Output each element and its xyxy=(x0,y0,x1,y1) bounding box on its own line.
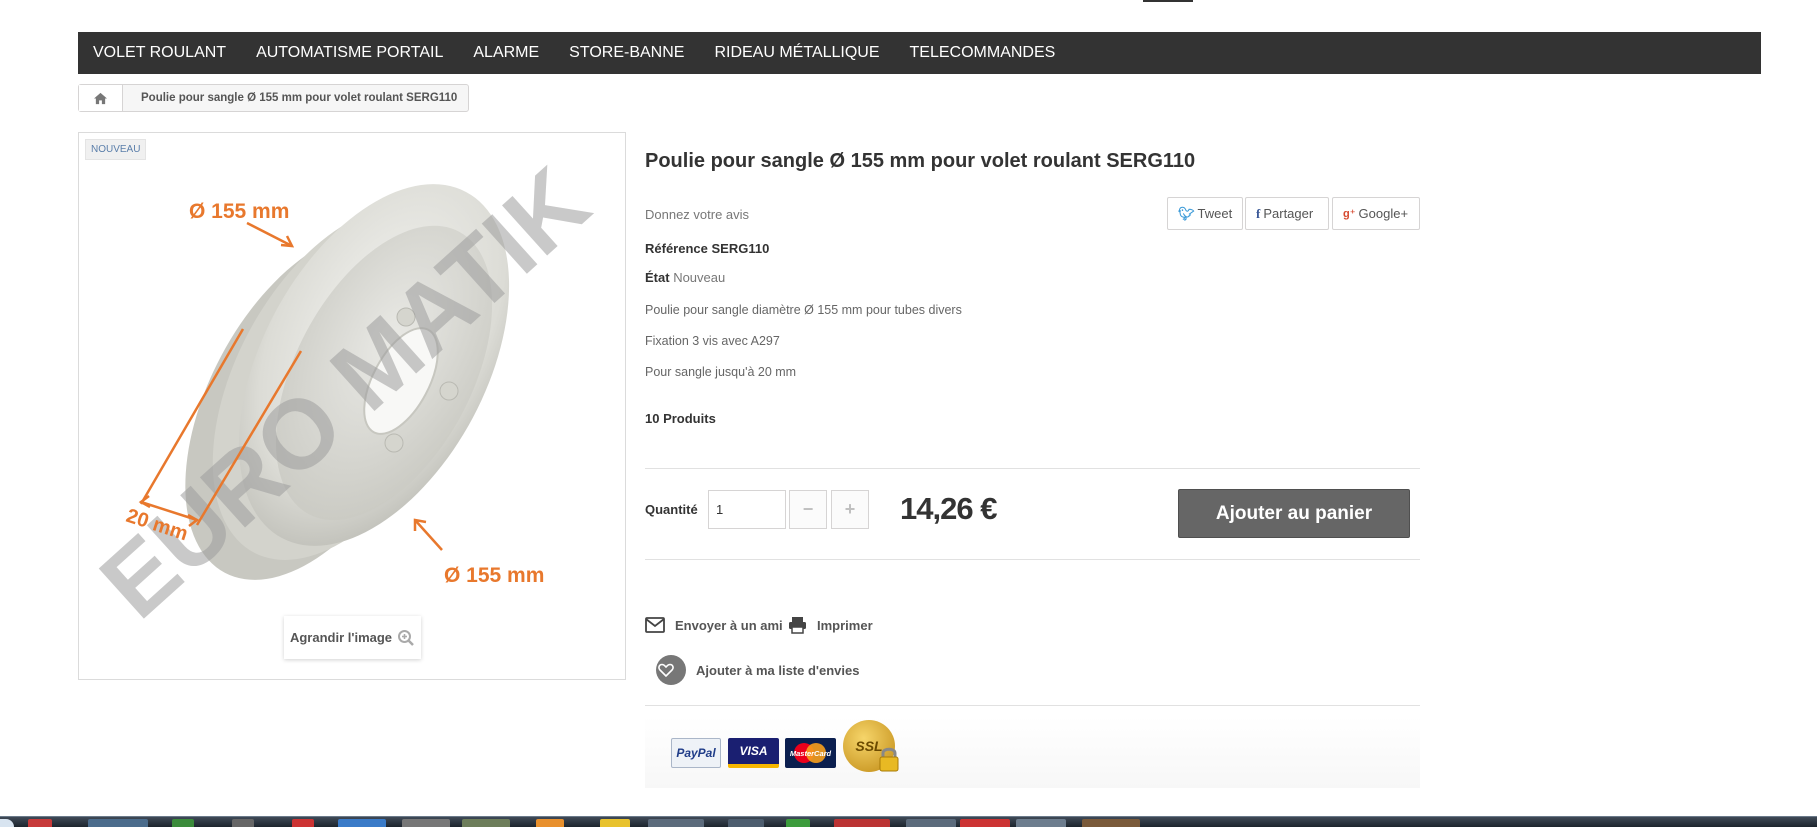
dimension-label-top: Ø 155 mm xyxy=(189,200,289,223)
facebook-icon: f xyxy=(1256,205,1261,221)
taskbar-app-icon[interactable] xyxy=(906,819,956,827)
quantity-decrease-button[interactable]: − xyxy=(789,490,827,529)
printer-icon xyxy=(789,617,806,634)
taskbar-app-icon[interactable] xyxy=(28,819,52,827)
os-taskbar xyxy=(0,816,1817,827)
taskbar-app-icon[interactable] xyxy=(172,819,194,827)
minus-icon: − xyxy=(802,499,814,519)
breadcrumb-home[interactable] xyxy=(79,85,123,111)
main-nav: VOLET ROULANT AUTOMATISME PORTAIL ALARME… xyxy=(78,32,1761,74)
start-button[interactable] xyxy=(0,819,14,827)
payment-logos: PayPal VISA MasterCard SSL xyxy=(645,716,1420,788)
stock-quantity: 10 Produits xyxy=(645,411,716,426)
tweet-button[interactable]: 🐦︎ Tweet xyxy=(1167,197,1243,230)
product-price: 14,26 € xyxy=(900,491,997,526)
visa-logo: VISA xyxy=(728,738,779,768)
dimension-label-bottom: Ø 155 mm xyxy=(444,564,544,587)
taskbar-app-icon[interactable] xyxy=(834,819,890,827)
paypal-logo: PayPal xyxy=(671,738,721,768)
nav-item-alarme[interactable]: ALARME xyxy=(473,44,539,62)
product-reference: Référence SERG110 xyxy=(645,241,770,256)
page: VOLET ROULANT AUTOMATISME PORTAIL ALARME… xyxy=(0,0,1817,827)
taskbar-app-icon[interactable] xyxy=(338,819,386,827)
taskbar-app-icon[interactable] xyxy=(536,819,564,827)
google-plus-icon: g⁺ xyxy=(1343,208,1356,220)
divider xyxy=(645,705,1420,706)
quantity-input[interactable] xyxy=(708,490,786,529)
description-line: Pour sangle jusqu'à 20 mm xyxy=(645,365,797,379)
description-line: Fixation 3 vis avec A297 xyxy=(645,334,780,348)
zoom-button[interactable]: Agrandir l'image xyxy=(284,616,421,659)
product-image-block[interactable]: EURO MATIK Ø 155 mm Ø 155 mm 20 mm NOUVE… xyxy=(78,132,626,680)
taskbar-app-icon[interactable] xyxy=(402,819,450,827)
mastercard-label: MasterCard xyxy=(789,748,832,758)
google-plus-button[interactable]: g⁺ Google+ xyxy=(1332,197,1420,230)
taskbar-app-icon[interactable] xyxy=(648,819,704,827)
top-tab-indicator xyxy=(1143,0,1193,2)
padlock-icon xyxy=(879,747,899,772)
taskbar-app-icon[interactable] xyxy=(600,819,630,827)
send-to-friend-link[interactable]: Envoyer à un ami xyxy=(645,617,783,633)
add-to-cart-button[interactable]: Ajouter au panier xyxy=(1178,489,1410,538)
taskbar-app-icon[interactable] xyxy=(1016,819,1066,827)
breadcrumb-current: Poulie pour sangle Ø 155 mm pour volet r… xyxy=(141,92,458,104)
product-image: EURO MATIK Ø 155 mm Ø 155 mm 20 mm xyxy=(79,146,608,638)
condition-value: Nouveau xyxy=(673,270,726,285)
product-condition: État Nouveau xyxy=(645,270,725,285)
divider xyxy=(645,559,1420,560)
nav-item-store-banne[interactable]: STORE-BANNE xyxy=(569,44,684,62)
description-line: Poulie pour sangle diamètre Ø 155 mm pou… xyxy=(645,303,962,317)
nav-item-telecommandes[interactable]: TELECOMMANDES xyxy=(910,44,1056,62)
google-plus-label: Google+ xyxy=(1358,206,1409,221)
nav-item-volet-roulant[interactable]: VOLET ROULANT xyxy=(93,44,226,62)
plus-icon: + xyxy=(844,499,856,519)
taskbar-app-icon[interactable] xyxy=(1082,819,1140,827)
nav-item-rideau-metallique[interactable]: RIDEAU MÉTALLIQUE xyxy=(714,44,879,62)
review-link[interactable]: Donnez votre avis xyxy=(645,207,749,222)
print-link[interactable]: Imprimer xyxy=(788,616,873,634)
condition-label: État xyxy=(645,270,670,285)
taskbar-app-icon[interactable] xyxy=(728,819,764,827)
heart-icon xyxy=(656,655,686,685)
breadcrumb: Poulie pour sangle Ø 155 mm pour volet r… xyxy=(78,84,470,112)
new-badge: NOUVEAU xyxy=(85,139,147,160)
home-icon xyxy=(94,92,107,104)
nav-item-automatisme-portail[interactable]: AUTOMATISME PORTAIL xyxy=(256,44,443,62)
tweet-label: Tweet xyxy=(1197,206,1233,221)
wishlist-label: Ajouter à ma liste d'envies xyxy=(696,662,860,678)
taskbar-app-icon[interactable] xyxy=(88,819,148,827)
taskbar-app-icon[interactable] xyxy=(786,819,810,827)
send-to-friend-label: Envoyer à un ami xyxy=(675,617,783,633)
product-title: Poulie pour sangle Ø 155 mm pour volet r… xyxy=(645,150,1196,172)
print-label: Imprimer xyxy=(817,617,873,633)
share-button[interactable]: f Partager xyxy=(1245,197,1329,230)
divider xyxy=(645,468,1420,469)
wishlist-link[interactable]: Ajouter à ma liste d'envies xyxy=(656,655,859,685)
share-label: Partager xyxy=(1263,206,1314,221)
taskbar-app-icon[interactable] xyxy=(232,819,254,827)
zoom-in-icon xyxy=(398,629,414,646)
twitter-icon: 🐦︎ xyxy=(1178,205,1195,221)
envelope-icon xyxy=(645,617,665,633)
quantity-label: Quantité xyxy=(645,502,698,517)
zoom-label: Agrandir l'image xyxy=(289,630,393,645)
taskbar-app-icon[interactable] xyxy=(462,819,510,827)
quantity-increase-button[interactable]: + xyxy=(831,490,869,529)
taskbar-app-icon[interactable] xyxy=(960,819,1010,827)
taskbar-app-icon[interactable] xyxy=(292,819,314,827)
mastercard-logo: MasterCard xyxy=(785,738,836,768)
